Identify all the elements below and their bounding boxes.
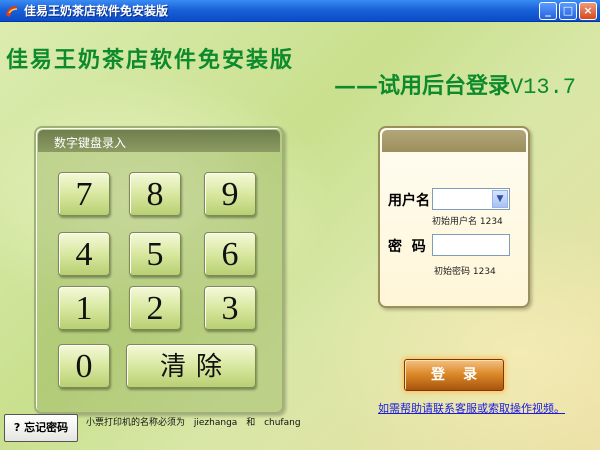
key-3[interactable]: 3: [204, 286, 256, 330]
app-subtitle: ——试用后台登录V13.7: [334, 68, 576, 100]
window-controls: _ □ ×: [539, 2, 597, 20]
maximize-button[interactable]: □: [559, 2, 577, 20]
help-link[interactable]: 如需帮助请联系客服或索取操作视频。: [378, 400, 565, 416]
login-button[interactable]: 登录: [404, 359, 504, 391]
key-5[interactable]: 5: [129, 232, 181, 276]
login-window-body: 佳易王奶茶店软件免安装版 ——试用后台登录V13.7 数字键盘录入 7 8 9 …: [0, 22, 600, 450]
password-label: 密 码: [388, 239, 426, 255]
login-panel-header: [382, 130, 526, 152]
app-title: 佳易王奶茶店软件免安装版: [6, 47, 295, 73]
chevron-down-icon[interactable]: ▼: [492, 190, 508, 208]
username-label: 用户名: [388, 193, 430, 209]
key-0[interactable]: 0: [58, 344, 110, 388]
window-title: 佳易王奶茶店软件免安装版: [24, 4, 169, 18]
printer-name-1: jiezhanga: [193, 418, 238, 428]
numeric-keypad-panel: 数字键盘录入 7 8 9 4 5 6 1 2 3 0 清除: [34, 126, 284, 414]
forgot-password-button[interactable]: ? 忘记密码: [4, 414, 78, 442]
notice-and: 和: [246, 418, 256, 428]
window-titlebar: 佳易王奶茶店软件免安装版 _ □ ×: [0, 0, 600, 22]
printer-name-2: chufang: [264, 418, 301, 428]
key-6[interactable]: 6: [204, 232, 256, 276]
close-button[interactable]: ×: [579, 2, 597, 20]
password-hint: 初始密码 1234: [434, 267, 496, 277]
key-2[interactable]: 2: [129, 286, 181, 330]
key-4[interactable]: 4: [58, 232, 110, 276]
password-input[interactable]: [432, 234, 510, 256]
printer-notice: 小票打印机的名称必须为 jiezhanga 和 chufang: [86, 415, 307, 428]
version-label: V13.7: [509, 75, 576, 100]
subtitle-text: ——试用后台登录: [333, 73, 510, 99]
notice-text: 小票打印机的名称必须为: [86, 418, 186, 428]
username-hint: 初始用户名 1234: [432, 217, 503, 227]
username-select[interactable]: ▼: [432, 188, 510, 210]
keypad-title: 数字键盘录入: [54, 136, 127, 150]
clear-button[interactable]: 清除: [126, 344, 256, 388]
minimize-button[interactable]: _: [539, 2, 557, 20]
key-1[interactable]: 1: [58, 286, 110, 330]
key-9[interactable]: 9: [204, 172, 256, 216]
app-logo-icon: [6, 5, 18, 17]
key-8[interactable]: 8: [129, 172, 181, 216]
keypad-header: 数字键盘录入: [38, 130, 280, 152]
login-panel: 用户名 ▼ 初始用户名 1234 密 码 初始密码 1234: [378, 126, 530, 308]
key-7[interactable]: 7: [58, 172, 110, 216]
